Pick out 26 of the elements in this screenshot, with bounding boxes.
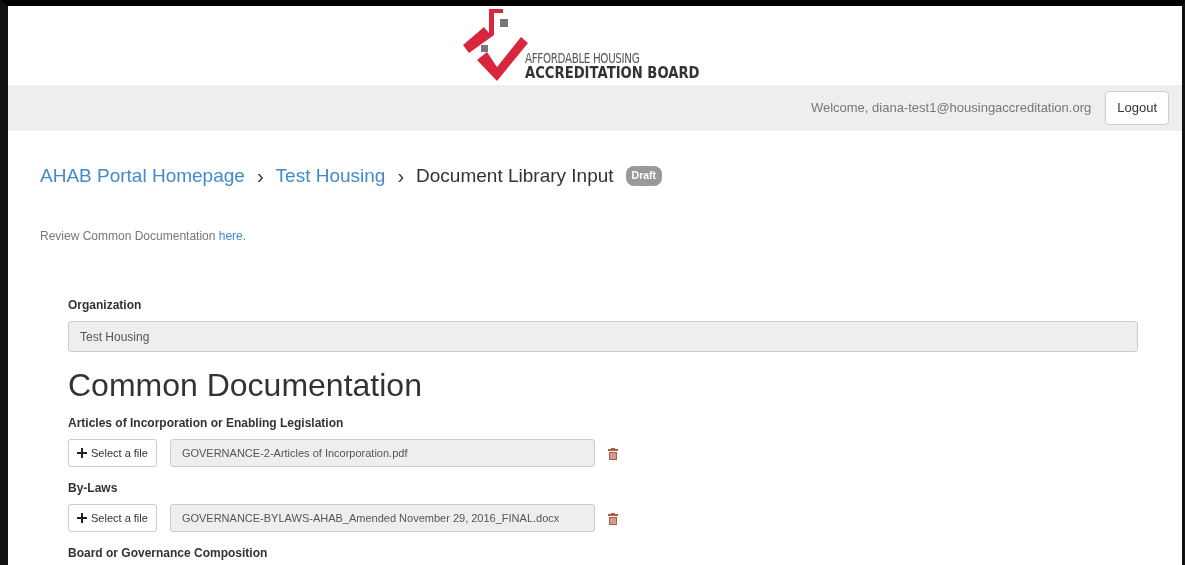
file-name-field[interactable]: GOVERNANCE-2-Articles of Incorporation.pdf [169,439,595,468]
field-label: Organization [68,297,143,314]
plus-icon [77,513,87,524]
file-name-field[interactable]: GOVERNANCE-BYLAWS-AHAB_Amended November 29, 2016_FINAL.docx [169,504,595,533]
review-note: Review Common Documentation here. [39,228,248,245]
section-title: Common Documentation [68,366,423,405]
breadcrumb-current: Document Library Input [416,163,614,188]
organization-field[interactable]: Test Housing [68,321,1138,352]
logo-text: AFFORDABLE HOUSING [525,50,641,65]
breadcrumb-separator: › [397,164,405,189]
logout-button[interactable]: Logout [1105,91,1169,125]
breadcrumb-link[interactable]: Test Housing [275,161,386,191]
field-label: Articles of Incorporation or Enabling Legislation [68,415,345,433]
select-file-button[interactable]: Select a file [68,504,157,533]
breadcrumb-separator: › [256,164,264,189]
here-link[interactable]: here [218,229,243,243]
trash-icon[interactable] [607,513,618,526]
status-badge: Draft [625,166,663,186]
welcome-text: Welcome, diana-test1@housingaccreditation.org [810,99,1092,118]
breadcrumb-link[interactable]: AHAB Portal Homepage [40,161,245,191]
field-label: Board or Governance Composition [68,545,269,563]
logo-text: ACCREDITATION BOARD [525,64,700,81]
plus-icon [77,448,87,459]
select-file-button[interactable]: Select a file [68,439,157,468]
trash-icon[interactable] [607,448,618,461]
field-label: By-Laws [68,480,119,498]
